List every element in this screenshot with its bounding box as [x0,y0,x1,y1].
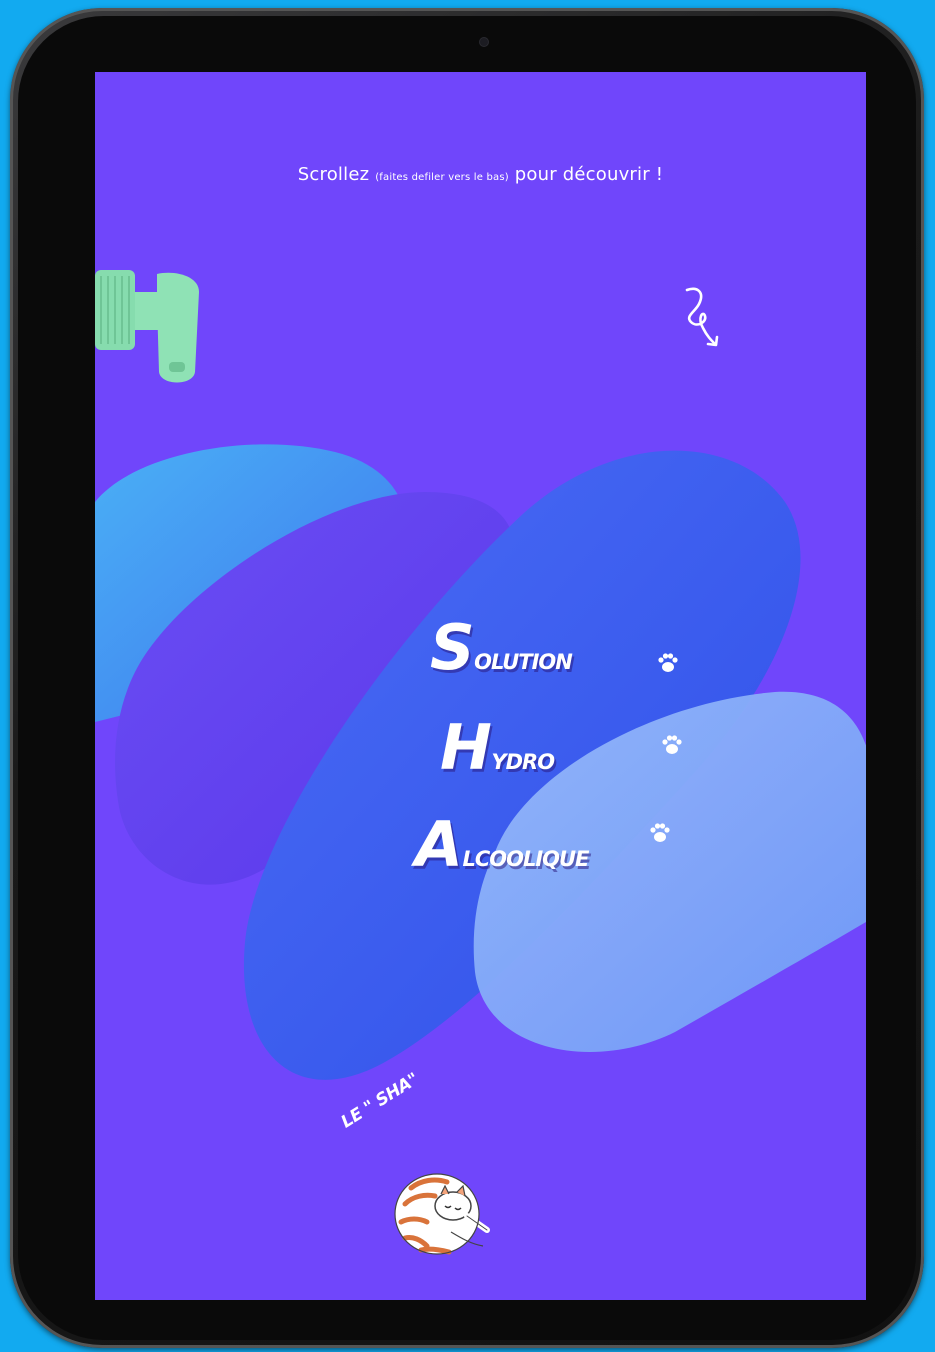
camera-icon [480,38,488,46]
acronym-initial-a: A [415,808,463,881]
paw-icon [658,653,678,672]
tablet-device: Scrollez (faites defiler vers le bas) po… [10,8,924,1348]
acronym-rest-alcoolique: LCOOLIQUE [462,847,589,871]
acronym-initial-s: S [430,611,475,684]
acronym-rest-hydro: YDRO [491,750,555,774]
acronym-block: SOLUTION HYDRO ALCOOLIQUE [95,72,866,1300]
acronym-line-alcoolique: ALCOOLIQUE [415,814,589,876]
acronym-rest-solution: OLUTION [474,650,573,674]
acronym-initial-h: H [440,711,492,784]
sleeping-cat-icon[interactable] [391,1152,501,1262]
paw-icon [650,823,670,842]
acronym-line-solution: SOLUTION [430,617,573,679]
acronym-line-hydro: HYDRO [440,717,555,779]
paw-icon [662,735,682,754]
tablet-screen[interactable]: Scrollez (faites defiler vers le bas) po… [95,72,866,1300]
